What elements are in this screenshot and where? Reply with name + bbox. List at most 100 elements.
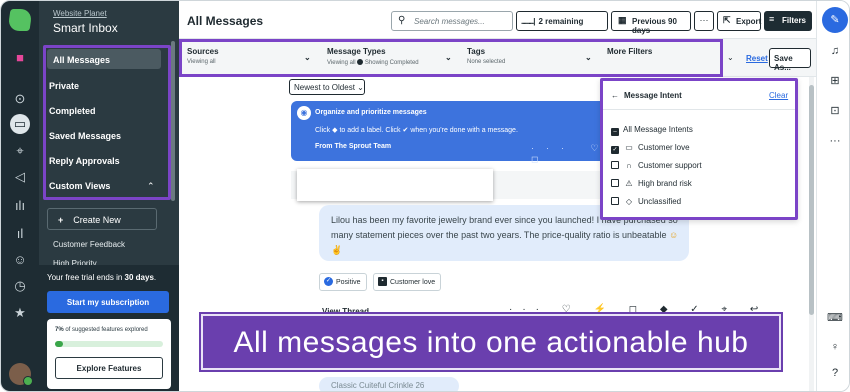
- feed-scrollbar[interactable]: [809, 77, 814, 391]
- header: All Messages ⚲ Search messages... .......…: [179, 1, 816, 39]
- send-icon[interactable]: ◁: [10, 167, 30, 187]
- add-comment-icon[interactable]: ⊞: [827, 74, 843, 87]
- sources-filter[interactable]: Sources Viewing all: [187, 47, 219, 65]
- sidebar-item-custom-views[interactable]: Custom Views: [49, 181, 110, 191]
- more-filters[interactable]: More Filters: [607, 47, 652, 56]
- chip-positive[interactable]: ✓ Positive: [319, 273, 367, 291]
- checkbox-partial[interactable]: –: [611, 128, 619, 136]
- filters-button[interactable]: ≡ Filters: [764, 11, 812, 31]
- intent-option-customer-love[interactable]: ✓ ▭ Customer love: [611, 143, 690, 154]
- next-message-preview: Classic Cuiteful Crinkle 26: [319, 377, 459, 391]
- speech-bubble-icon: ▭: [625, 143, 633, 152]
- sidebar-item-all-messages[interactable]: All Messages: [47, 49, 161, 69]
- tip-heading: Organize and prioritize messages: [315, 109, 427, 116]
- checkbox[interactable]: [611, 179, 619, 187]
- help-icon[interactable]: ?: [827, 367, 843, 379]
- emoji-smile: ☺: [669, 230, 679, 240]
- filter-bar: Sources Viewing all ⌄ Message Types Viewin…: [179, 39, 816, 77]
- sprout-icon: ◉: [297, 106, 311, 120]
- avatar[interactable]: [9, 363, 33, 386]
- brand-link[interactable]: Website Planet: [53, 9, 107, 18]
- headset-icon: ∩: [626, 161, 632, 170]
- intent-option-customer-support[interactable]: ∩ Customer support: [611, 161, 702, 170]
- search-input[interactable]: ⚲ Search messages...: [391, 11, 513, 31]
- sidebar-item-completed[interactable]: Completed: [49, 106, 96, 116]
- filter-icon: ≡: [769, 14, 775, 24]
- emoji-hands: ✌: [331, 245, 343, 255]
- explore-features-button[interactable]: Explore Features: [55, 357, 163, 379]
- date-range-button[interactable]: ▦ Previous 90 days: [611, 11, 691, 35]
- compose-icon[interactable]: ✎: [822, 7, 848, 33]
- icon-rail: ■ ⊙ ▭ ⌖ ◁ ılı ıl ☺ ◷ ★: [1, 1, 39, 391]
- export-button[interactable]: ⇱ Export: [717, 11, 761, 31]
- start-subscription-button[interactable]: Start my subscription: [47, 291, 169, 313]
- export-icon: ⇱: [723, 15, 731, 25]
- lightbulb-icon[interactable]: ♀: [827, 341, 843, 353]
- create-new-button[interactable]: + Create New: [47, 208, 157, 230]
- features-card: 7% of suggested features explored Explor…: [47, 319, 171, 389]
- more-options-button[interactable]: ···: [694, 11, 714, 31]
- chevron-down-icon[interactable]: ⌄: [304, 53, 311, 62]
- message-types-filter[interactable]: Message Types Viewing all Showing Complet…: [327, 47, 419, 66]
- clear-link[interactable]: Clear: [769, 91, 788, 100]
- checkbox[interactable]: [611, 197, 619, 205]
- intent-option-high-brand-risk[interactable]: ⚠ High brand risk: [611, 179, 692, 188]
- chevron-down-icon: ⌄: [357, 83, 364, 92]
- sort-select[interactable]: Newest to Oldest ⌄: [289, 79, 365, 95]
- more-icon[interactable]: ···: [827, 135, 843, 147]
- save-as-button[interactable]: Save As...: [769, 48, 811, 72]
- sidebar-item-reply-approvals[interactable]: Reply Approvals: [49, 156, 120, 166]
- speech-bubble-icon: ▪: [378, 277, 387, 286]
- caption-banner: All messages into one actionable hub: [201, 314, 781, 370]
- diamond-icon: ◇: [625, 197, 633, 206]
- divider: [603, 109, 795, 110]
- right-rail: ✎ ♫ ⊞ ⊡ ··· ⌨ ♀ ?: [816, 1, 849, 391]
- tip-from: From The Sprout Team: [315, 143, 392, 150]
- reports-icon[interactable]: ıl: [10, 223, 30, 243]
- sprout-logo-icon[interactable]: [7, 9, 33, 31]
- intent-header[interactable]: ← Message Intent: [611, 91, 682, 100]
- search-icon: ⚲: [398, 15, 406, 26]
- chevron-down-icon[interactable]: ⌄: [585, 53, 592, 62]
- trial-text: Your free trial ends in 30 days.: [47, 273, 157, 282]
- redacted-author: [297, 169, 493, 201]
- pin-icon[interactable]: ⌖: [10, 141, 30, 161]
- star-icon[interactable]: ★: [10, 303, 30, 323]
- chevron-down-icon[interactable]: ⌄: [727, 53, 734, 62]
- clock-icon[interactable]: ◷: [10, 276, 30, 296]
- bell-icon[interactable]: ♫: [827, 45, 843, 57]
- page-title: All Messages: [187, 14, 264, 28]
- app-window: ■ ⊙ ▭ ⌖ ◁ ılı ıl ☺ ◷ ★ Website Planet Sm…: [0, 0, 850, 392]
- folder-icon[interactable]: ■: [10, 47, 30, 67]
- reset-link[interactable]: Reset: [746, 54, 768, 63]
- add-task-icon[interactable]: ⊡: [827, 104, 843, 117]
- intent-option-unclassified[interactable]: ◇ Unclassified: [611, 197, 681, 206]
- listening-icon[interactable]: ılı: [10, 195, 30, 215]
- remaining-badge[interactable]: ..........| 2 remaining: [516, 11, 608, 31]
- trial-panel: Your free trial ends in 30 days. Start m…: [39, 265, 179, 391]
- create-new-label: Create New: [73, 215, 121, 225]
- checkbox[interactable]: [611, 161, 619, 169]
- checkbox-checked[interactable]: ✓: [611, 146, 619, 154]
- keyboard-icon[interactable]: ⌨: [827, 311, 843, 324]
- tip-actions: ··· ♡ ◻: [531, 143, 611, 164]
- view-customer-feedback[interactable]: Customer Feedback: [53, 240, 125, 249]
- people-icon[interactable]: ☺: [10, 249, 30, 269]
- chevron-down-icon[interactable]: ⌄: [445, 53, 452, 62]
- sidebar-scrollbar[interactable]: [171, 41, 175, 201]
- inbox-title: Smart Inbox: [53, 21, 118, 35]
- inbox-icon[interactable]: ▭: [10, 114, 30, 134]
- chip-customer-love[interactable]: ▪ Customer love: [373, 273, 441, 291]
- alerts-icon[interactable]: ⊙: [10, 89, 30, 109]
- sprout-tip-card: ◉ Organize and prioritize messages Click…: [291, 101, 611, 164]
- progress-text: 7% of suggested features explored: [55, 327, 148, 333]
- back-arrow-icon[interactable]: ←: [611, 91, 619, 100]
- sidebar-item-saved-messages[interactable]: Saved Messages: [49, 131, 121, 141]
- calendar-icon: ▦: [618, 15, 627, 25]
- intent-option-all[interactable]: – All Message Intents: [611, 125, 693, 136]
- sidebar-item-private[interactable]: Private: [49, 81, 79, 91]
- chevron-up-icon[interactable]: ⌃: [147, 181, 155, 192]
- tags-filter[interactable]: Tags None selected: [467, 47, 505, 65]
- tip-body: Click ◆ to add a label. Click ✔ when you…: [315, 127, 518, 134]
- progress-bar: [55, 341, 163, 347]
